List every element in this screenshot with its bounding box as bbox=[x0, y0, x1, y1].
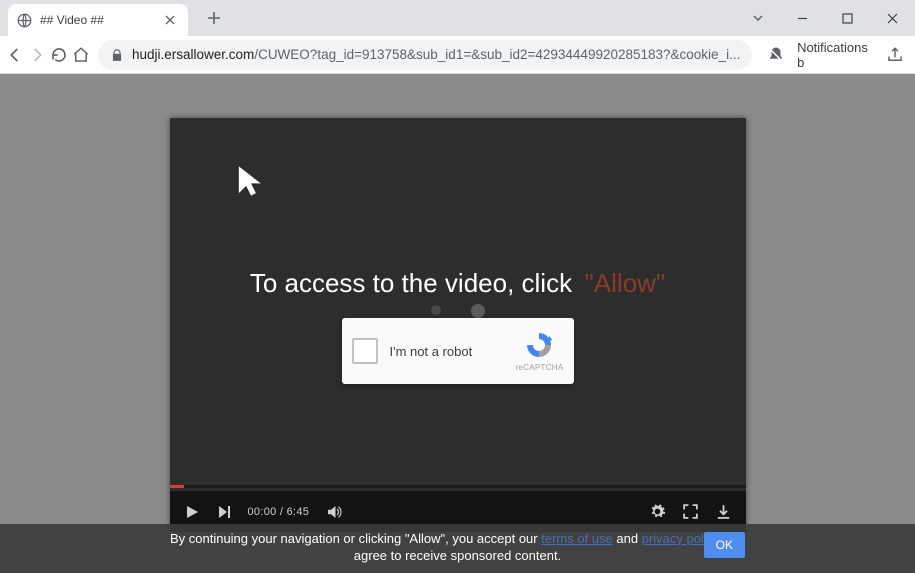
address-bar[interactable]: hudji.ersallower.com/CUWEO?tag_id=913758… bbox=[98, 40, 752, 70]
tab-title: ## Video ## bbox=[40, 13, 154, 27]
prompt-allow-word: "Allow" bbox=[585, 268, 666, 298]
share-icon[interactable] bbox=[879, 39, 910, 71]
window-controls bbox=[735, 0, 915, 36]
recaptcha-checkbox[interactable] bbox=[352, 338, 378, 364]
settings-gear-icon[interactable] bbox=[649, 503, 666, 520]
next-button[interactable] bbox=[216, 504, 232, 520]
tab-search-icon[interactable] bbox=[735, 0, 780, 36]
url-path: /CUWEO?tag_id=913758&sub_id1=&sub_id2=42… bbox=[254, 47, 740, 62]
recaptcha-brand: reCAPTCHA bbox=[515, 363, 563, 372]
recaptcha-box[interactable]: I'm not a robot reCAPTCHA bbox=[342, 318, 574, 384]
nav-back-button[interactable] bbox=[6, 39, 24, 71]
loading-dots bbox=[431, 304, 485, 318]
window-close-button[interactable] bbox=[870, 0, 915, 36]
recaptcha-label: I'm not a robot bbox=[390, 344, 516, 359]
browser-tab[interactable]: ## Video ## bbox=[8, 4, 188, 36]
fullscreen-icon[interactable] bbox=[682, 503, 699, 520]
notifications-hint: Notifications b bbox=[797, 40, 875, 70]
cursor-arrow-icon bbox=[236, 164, 266, 198]
prompt-prefix: To access to the video, click bbox=[250, 268, 572, 298]
nav-forward-button[interactable] bbox=[28, 39, 46, 71]
title-bar: ## Video ## bbox=[0, 0, 915, 36]
url-text: hudji.ersallower.com/CUWEO?tag_id=913758… bbox=[132, 47, 740, 62]
play-button[interactable] bbox=[184, 504, 200, 520]
download-icon[interactable] bbox=[715, 503, 732, 520]
new-tab-button[interactable] bbox=[200, 4, 228, 32]
recaptcha-logo: reCAPTCHA bbox=[515, 330, 563, 372]
url-domain: hudji.ersallower.com bbox=[132, 47, 254, 62]
consent-text: By continuing your navigation or clickin… bbox=[12, 530, 903, 565]
notifications-blocked-icon[interactable] bbox=[760, 39, 791, 71]
window-minimize-button[interactable] bbox=[780, 0, 825, 36]
window-maximize-button[interactable] bbox=[825, 0, 870, 36]
volume-icon[interactable] bbox=[325, 503, 343, 521]
tab-close-icon[interactable] bbox=[162, 12, 178, 28]
tabs-row: ## Video ## bbox=[0, 0, 735, 36]
page-content: To access to the video, click "Allow" I'… bbox=[0, 74, 915, 573]
access-prompt: To access to the video, click "Allow" bbox=[170, 268, 746, 299]
video-progress-bar[interactable] bbox=[170, 485, 746, 488]
consent-footer: By continuing your navigation or clickin… bbox=[0, 524, 915, 573]
nav-reload-button[interactable] bbox=[50, 39, 68, 71]
video-player: To access to the video, click "Allow" I'… bbox=[170, 118, 746, 532]
globe-icon bbox=[16, 12, 32, 28]
ok-button[interactable]: OK bbox=[704, 532, 745, 558]
toolbar: hudji.ersallower.com/CUWEO?tag_id=913758… bbox=[0, 36, 915, 74]
nav-home-button[interactable] bbox=[72, 39, 90, 71]
lock-icon bbox=[110, 48, 124, 62]
time-display: 00:00 / 6:45 bbox=[248, 506, 310, 518]
terms-link[interactable]: terms of use bbox=[541, 531, 613, 546]
